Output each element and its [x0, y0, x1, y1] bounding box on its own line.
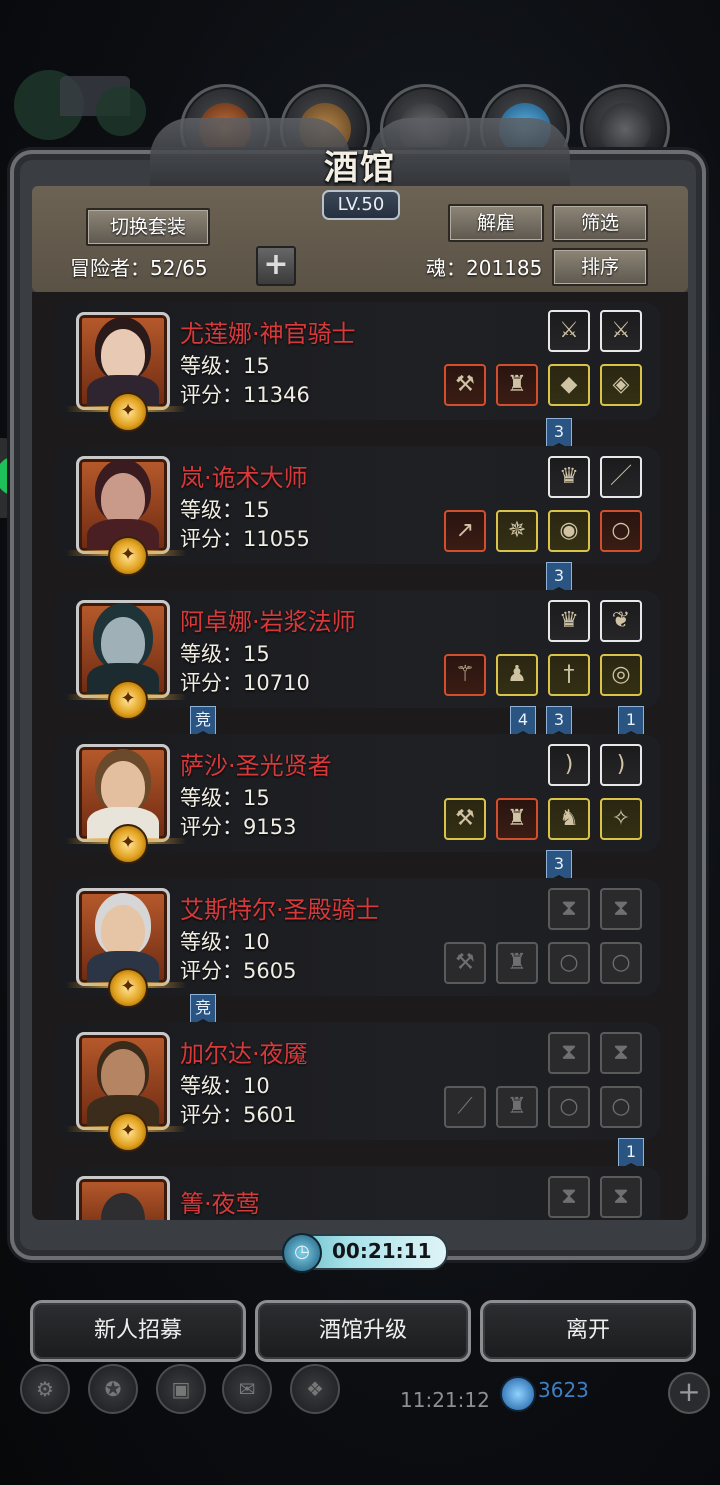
hero-face	[101, 329, 145, 381]
hero-name: 箐·夜莺	[180, 1190, 260, 1218]
add-slot-button[interactable]: +	[256, 246, 296, 286]
hero-face	[101, 1049, 145, 1101]
axe-icon[interactable]: ⚒	[444, 798, 486, 840]
tree-decoration	[96, 86, 146, 136]
rank-medal-icon: ✦	[108, 1112, 148, 1152]
soul-count: 魂：201185	[426, 256, 543, 280]
hero-level: 等级：10	[180, 1074, 270, 1098]
rank-medal-icon: ✦	[108, 824, 148, 864]
hero-name: 岚·诡术大师	[180, 464, 308, 492]
dagger-icon[interactable]: †	[548, 654, 590, 696]
hero-face	[101, 617, 145, 669]
empty-slot-icon[interactable]: ⧗	[600, 1032, 642, 1074]
empty-slot-icon[interactable]: ⧗	[548, 1032, 590, 1074]
amulet-icon[interactable]: ◉	[548, 510, 590, 552]
armor-icon[interactable]: ♜	[496, 798, 538, 840]
hero-face	[101, 761, 145, 813]
rank-medal-icon: ✦	[108, 536, 148, 576]
upgrade-tavern-button[interactable]: 酒馆升级	[255, 1300, 471, 1362]
empty-ring-slot-icon[interactable]: ○	[600, 1086, 642, 1128]
clock-icon: ◷	[282, 1233, 322, 1273]
star-icon[interactable]: ✪	[88, 1364, 138, 1414]
ring-icon[interactable]: ◎	[600, 654, 642, 696]
empty-weapon-slot-icon[interactable]: ⟋	[444, 1086, 486, 1128]
empty-ring-slot-icon[interactable]: ○	[548, 942, 590, 984]
empty-armor-slot-icon[interactable]: ♜	[496, 942, 538, 984]
inventory-icon[interactable]: ▣	[156, 1364, 206, 1414]
hero-level: 等级：15	[180, 498, 270, 522]
soul-currency: 3623	[538, 1378, 589, 1402]
hero-score: 评分：5601	[180, 1103, 297, 1127]
level-badge: LV.50	[322, 190, 400, 220]
hero-name: 萨沙·圣光贤者	[180, 752, 332, 780]
hero-face	[101, 1193, 145, 1220]
soul-orb-icon	[500, 1376, 536, 1412]
hero-level: 等级：10	[180, 930, 270, 954]
timer-text: 00:21:11	[332, 1239, 432, 1263]
weapon-slot-icon[interactable]: ⚔	[548, 310, 590, 352]
rank-medal-icon: ✦	[108, 968, 148, 1008]
ring-icon[interactable]: ◈	[600, 364, 642, 406]
staff-icon[interactable]: ／	[600, 456, 642, 498]
leave-button[interactable]: 离开	[480, 1300, 696, 1362]
empty-slot-icon[interactable]: ⧗	[600, 888, 642, 930]
charm-icon[interactable]: ❦	[600, 600, 642, 642]
hero-name: 尤莲娜·神官骑士	[180, 320, 356, 348]
timer-bar: ◷ 00:21:11	[282, 1233, 448, 1273]
necklace-icon[interactable]: ✧	[600, 798, 642, 840]
armory-icon	[599, 103, 651, 155]
page-title: 酒馆	[324, 148, 396, 188]
spear-icon[interactable]: ↗	[444, 510, 486, 552]
ring-icon[interactable]: ○	[600, 510, 642, 552]
adventurer-count: 冒险者：52/65	[70, 256, 208, 280]
trophy-icon[interactable]: ♛	[548, 456, 590, 498]
bow-icon[interactable]: )	[600, 744, 642, 786]
empty-ring-slot-icon[interactable]: ○	[548, 1086, 590, 1128]
add-currency-button[interactable]: +	[668, 1372, 710, 1414]
hero-face	[101, 905, 145, 957]
hero-name: 艾斯特尔·圣殿骑士	[180, 896, 380, 924]
hero-name: 阿卓娜·岩浆法师	[180, 608, 356, 636]
hero-level: 等级：15	[180, 354, 270, 378]
empty-slot-icon[interactable]: ⧗	[548, 888, 590, 930]
empty-ring-slot-icon[interactable]: ○	[600, 942, 642, 984]
hero-score: 评分：5605	[180, 959, 297, 983]
mail-icon[interactable]: ✉	[222, 1364, 272, 1414]
recruit-button[interactable]: 新人招募	[30, 1300, 246, 1362]
staff-icon[interactable]: ⚚	[444, 654, 486, 696]
weapon-slot-icon[interactable]: ⚔	[600, 310, 642, 352]
switch-set-button[interactable]: 切换套装	[86, 208, 210, 246]
hero-score: 评分：11055	[180, 527, 310, 551]
empty-armor-slot-icon[interactable]: ♜	[496, 1086, 538, 1128]
armor-icon[interactable]: ♜	[496, 364, 538, 406]
filter-button[interactable]: 筛选	[552, 204, 648, 242]
hero-level: 等级：15	[180, 642, 270, 666]
game-clock: 11:21:12	[400, 1388, 490, 1412]
rank-medal-icon: ✦	[108, 680, 148, 720]
armor-icon[interactable]: ✵	[496, 510, 538, 552]
boots-icon[interactable]: ♞	[548, 798, 590, 840]
empty-slot-icon[interactable]: ⧗	[548, 1176, 590, 1218]
sort-button[interactable]: 排序	[552, 248, 648, 286]
rank-medal-icon: ✦	[108, 392, 148, 432]
hammer-icon[interactable]: ⚒	[444, 364, 486, 406]
dismiss-button[interactable]: 解雇	[448, 204, 544, 242]
trophy-icon[interactable]: ♛	[548, 600, 590, 642]
gem-icon[interactable]: ◆	[548, 364, 590, 406]
hero-face	[101, 473, 145, 525]
hero-score: 评分：11346	[180, 383, 310, 407]
bow-icon[interactable]: )	[548, 744, 590, 786]
hero-level: 等级：15	[180, 786, 270, 810]
robe-icon[interactable]: ♟	[496, 654, 538, 696]
hero-name: 加尔达·夜魇	[180, 1040, 308, 1068]
settings-icon[interactable]: ⚙	[20, 1364, 70, 1414]
empty-weapon-slot-icon[interactable]: ⚒	[444, 942, 486, 984]
quest-icon[interactable]: ❖	[290, 1364, 340, 1414]
hero-score: 评分：10710	[180, 671, 310, 695]
hero-score: 评分：9153	[180, 815, 297, 839]
empty-slot-icon[interactable]: ⧗	[600, 1176, 642, 1218]
hero-portrait	[76, 1176, 170, 1220]
